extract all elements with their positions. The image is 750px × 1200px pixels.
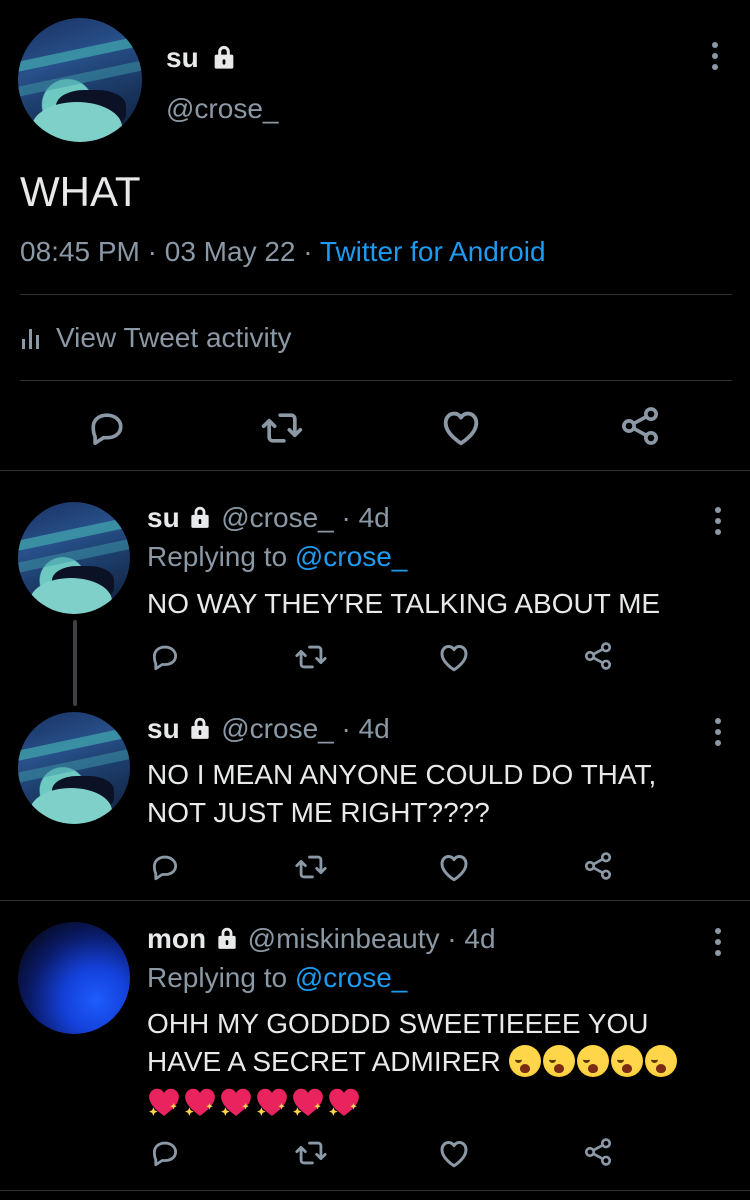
like-icon[interactable] bbox=[438, 404, 484, 450]
tweet-meta: 08:45 PM · 03 May 22 · Twitter for Andro… bbox=[20, 236, 546, 268]
loudly-crying-face-emoji bbox=[644, 1045, 677, 1077]
view-activity-button[interactable]: View Tweet activity bbox=[20, 322, 292, 354]
reply-icon[interactable] bbox=[85, 406, 129, 450]
author-name-row: su bbox=[166, 42, 238, 74]
reply-text: NO I MEAN ANYONE COULD DO THAT, NOT JUST… bbox=[147, 756, 656, 832]
share-icon[interactable] bbox=[582, 1136, 614, 1168]
bar-chart-icon bbox=[22, 329, 39, 349]
meta-separator: · bbox=[147, 236, 157, 267]
reply-icon[interactable] bbox=[148, 1136, 182, 1170]
author-display-name[interactable]: su bbox=[166, 42, 199, 73]
author-avatar[interactable] bbox=[18, 18, 142, 142]
like-icon[interactable] bbox=[436, 849, 472, 885]
lock-icon bbox=[214, 925, 240, 951]
reply-icon[interactable] bbox=[148, 850, 182, 884]
tweet-source-link[interactable]: Twitter for Android bbox=[320, 236, 546, 267]
emoji-group bbox=[508, 1045, 679, 1077]
sparkling-heart-emoji bbox=[291, 1086, 325, 1118]
replying-to-prefix: Replying to bbox=[147, 541, 288, 572]
reply-age: · 4d bbox=[341, 713, 390, 744]
reply-text-line: NO I MEAN ANYONE COULD DO THAT, bbox=[147, 759, 657, 790]
retweet-icon[interactable] bbox=[294, 850, 328, 884]
sparkling-heart-emoji bbox=[255, 1086, 289, 1118]
reply-display-name[interactable]: mon bbox=[147, 923, 206, 954]
loudly-crying-face-emoji bbox=[508, 1045, 541, 1077]
tweet-time: 08:45 PM bbox=[20, 236, 140, 267]
reply-header: su @crose_ · 4d bbox=[147, 713, 390, 745]
sparkling-heart-emoji bbox=[183, 1086, 217, 1118]
reply-display-name[interactable]: su bbox=[147, 713, 180, 744]
reply-handle[interactable]: @crose_ bbox=[221, 713, 333, 744]
share-icon[interactable] bbox=[618, 404, 662, 448]
replying-to-link[interactable]: @crose_ bbox=[295, 541, 407, 572]
reply-icon[interactable] bbox=[148, 640, 182, 674]
divider bbox=[0, 900, 750, 901]
sparkling-heart-emoji bbox=[327, 1086, 361, 1118]
reply-text: NO WAY THEY'RE TALKING ABOUT ME bbox=[147, 588, 661, 619]
reply-text-fragment: HAVE A SECRET ADMIRER bbox=[147, 1046, 501, 1077]
view-activity-label: View Tweet activity bbox=[56, 322, 292, 353]
reply-text-line: NOT JUST ME RIGHT???? bbox=[147, 797, 490, 828]
replying-to: Replying to @crose_ bbox=[147, 541, 407, 573]
more-icon[interactable] bbox=[715, 507, 723, 540]
reply-avatar[interactable] bbox=[18, 502, 130, 614]
lock-icon bbox=[187, 504, 213, 530]
replying-to-link[interactable]: @crose_ bbox=[295, 962, 407, 993]
reply-age: · 4d bbox=[447, 923, 496, 954]
more-icon[interactable] bbox=[712, 42, 720, 75]
lock-icon bbox=[210, 43, 238, 71]
more-icon[interactable] bbox=[715, 928, 723, 961]
sparkling-heart-emoji bbox=[219, 1086, 253, 1118]
divider bbox=[20, 294, 732, 295]
thread-line bbox=[73, 620, 77, 706]
reply-header: su @crose_ · 4d bbox=[147, 502, 390, 534]
lock-icon bbox=[187, 715, 213, 741]
like-icon[interactable] bbox=[436, 1135, 472, 1171]
reply-text-line-2: HAVE A SECRET ADMIRER bbox=[147, 1043, 679, 1081]
retweet-icon[interactable] bbox=[260, 406, 304, 450]
reply-avatar[interactable] bbox=[18, 922, 130, 1034]
sparkling-heart-emoji bbox=[147, 1086, 181, 1118]
meta-separator: · bbox=[303, 236, 313, 267]
more-icon[interactable] bbox=[715, 718, 723, 751]
retweet-icon[interactable] bbox=[294, 1136, 328, 1170]
reply-text: OHH MY GODDDD SWEETIEEEE YOU HAVE A SECR… bbox=[147, 1005, 679, 1117]
loudly-crying-face-emoji bbox=[542, 1045, 575, 1077]
loudly-crying-face-emoji bbox=[576, 1045, 609, 1077]
tweet-date: 03 May 22 bbox=[164, 236, 296, 267]
divider bbox=[20, 380, 732, 381]
reply-handle[interactable]: @crose_ bbox=[221, 502, 333, 533]
divider bbox=[0, 1190, 750, 1191]
reply-avatar[interactable] bbox=[18, 712, 130, 824]
reply-age: · 4d bbox=[341, 502, 390, 533]
loudly-crying-face-emoji bbox=[610, 1045, 643, 1077]
emoji-group bbox=[147, 1081, 679, 1117]
share-icon[interactable] bbox=[582, 640, 614, 672]
reply-header: mon @miskinbeauty · 4d bbox=[147, 923, 496, 955]
author-handle[interactable]: @crose_ bbox=[166, 93, 278, 125]
replying-to: Replying to @crose_ bbox=[147, 962, 407, 994]
reply-text-line: OHH MY GODDDD SWEETIEEEE YOU bbox=[147, 1008, 649, 1039]
reply-handle[interactable]: @miskinbeauty bbox=[248, 923, 440, 954]
reply-display-name[interactable]: su bbox=[147, 502, 180, 533]
replying-to-prefix: Replying to bbox=[147, 962, 288, 993]
divider bbox=[0, 470, 750, 471]
tweet-text: WHAT bbox=[20, 168, 141, 215]
share-icon[interactable] bbox=[582, 850, 614, 882]
retweet-icon[interactable] bbox=[294, 640, 328, 674]
like-icon[interactable] bbox=[436, 639, 472, 675]
